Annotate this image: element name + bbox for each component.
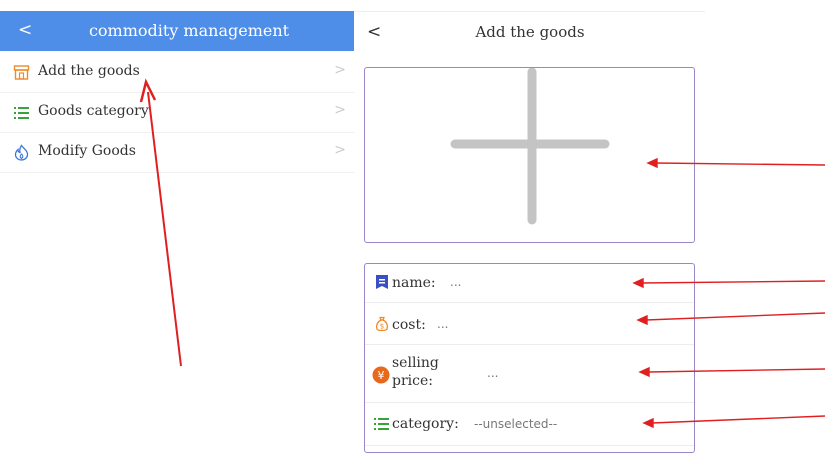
svg-text:$: $ [380, 323, 384, 331]
category-value[interactable]: --unselected-- [474, 417, 557, 431]
menu-item-label: Modify Goods [38, 143, 136, 159]
right-header-title: Add the goods [475, 23, 585, 41]
right-header-bar: < Add the goods [355, 11, 705, 54]
menu-item-modify-goods[interactable]: Modify Goods > [0, 132, 354, 173]
name-label: name: [392, 275, 436, 291]
left-header-title: commodity management [88, 21, 290, 40]
selling-price-field[interactable]: ¥ selling price: ... [365, 345, 694, 403]
selling-price-label-line1: selling [392, 355, 439, 371]
image-upload-area[interactable] [364, 67, 695, 243]
cost-field[interactable]: $ cost: ... [365, 303, 694, 345]
menu-item-goods-category[interactable]: Goods category > [0, 92, 354, 133]
goods-form: name: ... $ cost: ... ¥ selling price: .… [364, 263, 695, 453]
category-label: category: [392, 416, 459, 432]
svg-text:¥: ¥ [378, 369, 385, 382]
flame-icon [13, 144, 30, 161]
list-icon [374, 416, 390, 432]
category-field[interactable]: category: --unselected-- [365, 403, 694, 446]
menu-item-label: Add the goods [38, 63, 140, 79]
yuan-icon: ¥ [372, 366, 390, 384]
tag-icon [374, 274, 390, 290]
cost-value[interactable]: ... [437, 317, 448, 331]
chevron-right-icon: > [334, 142, 346, 158]
chevron-right-icon: > [334, 62, 346, 78]
menu-item-add-goods[interactable]: Add the goods > [0, 52, 354, 93]
left-header-bar: < commodity management [0, 11, 354, 51]
list-icon [13, 104, 30, 121]
cost-label: cost: [392, 317, 426, 333]
selling-price-label-line2: price: [392, 373, 433, 389]
chevron-right-icon: > [334, 102, 346, 118]
name-value[interactable]: ... [450, 275, 461, 289]
menu-item-label: Goods category [38, 103, 149, 119]
selling-price-value[interactable]: ... [487, 366, 498, 380]
plus-icon [450, 68, 610, 225]
shop-icon [13, 64, 30, 81]
money-bag-icon: $ [374, 316, 390, 332]
name-field[interactable]: name: ... [365, 264, 694, 303]
